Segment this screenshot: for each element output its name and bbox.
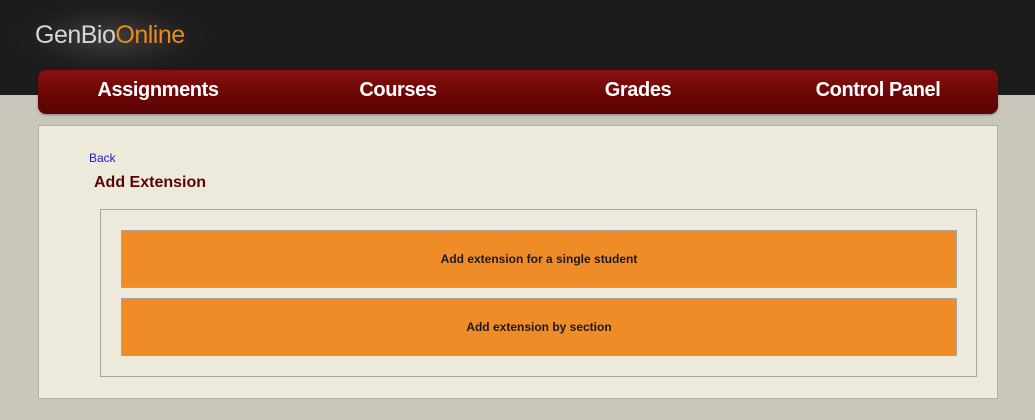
extension-options-box: Add extension for a single student Add e…: [100, 209, 977, 377]
nav-assignments[interactable]: Assignments: [78, 70, 238, 110]
nav-control-panel[interactable]: Control Panel: [798, 70, 958, 110]
nav-courses[interactable]: Courses: [318, 70, 478, 110]
add-extension-by-section-button[interactable]: Add extension by section: [121, 298, 957, 356]
logo-text-genbio: GenBio: [35, 21, 116, 49]
main-nav: Assignments Courses Grades Control Panel: [38, 70, 998, 114]
content-panel: Back Add Extension Add extension for a s…: [38, 125, 998, 399]
genbio-logo[interactable]: GenBioOnline: [35, 20, 185, 50]
add-extension-single-student-button[interactable]: Add extension for a single student: [121, 230, 957, 288]
nav-grades[interactable]: Grades: [558, 70, 718, 110]
page-title: Add Extension: [94, 174, 207, 191]
back-link[interactable]: Back: [89, 151, 116, 165]
logo-text-online: Online: [115, 21, 185, 49]
